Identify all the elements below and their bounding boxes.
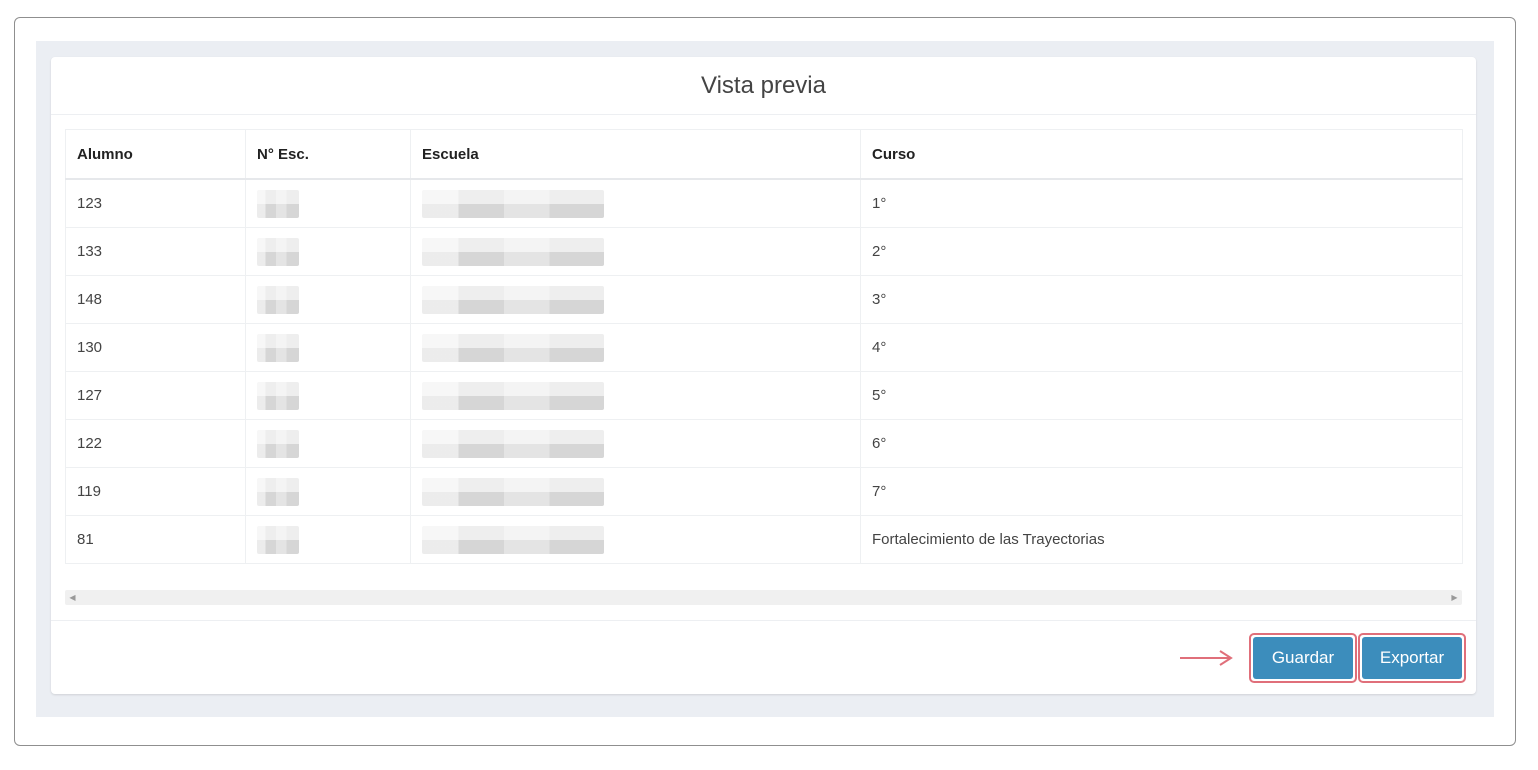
cell-curso: 1°: [860, 178, 1463, 228]
table-row: 123 1°: [65, 178, 1463, 228]
redacted-blur: [257, 189, 299, 218]
cell-escuela: [410, 419, 861, 468]
table-row: 127 5°: [65, 371, 1463, 420]
annotation-arrow-icon: [1180, 650, 1233, 666]
cell-escuela: [410, 515, 861, 564]
cell-curso: 6°: [860, 419, 1463, 468]
redacted-blur: [422, 429, 604, 458]
card-footer: Guardar Exportar: [51, 620, 1476, 695]
table-header-row: Alumno N° Esc. Escuela Curso: [65, 129, 1463, 180]
cell-nro-escuela: [245, 371, 411, 420]
redacted-blur: [422, 285, 604, 314]
cell-curso: 2°: [860, 227, 1463, 276]
redacted-blur: [257, 333, 299, 362]
save-button[interactable]: Guardar: [1253, 637, 1353, 679]
cell-escuela: [410, 178, 861, 228]
cell-nro-escuela: [245, 515, 411, 564]
export-button[interactable]: Exportar: [1362, 637, 1462, 679]
cell-nro-escuela: [245, 275, 411, 324]
cell-alumno: 122: [65, 419, 246, 468]
scroll-right-arrow-icon[interactable]: ▶: [1447, 590, 1462, 605]
table-row: 81 Fortalecimiento de las Trayectorias: [65, 515, 1463, 564]
cell-alumno: 133: [65, 227, 246, 276]
exportar-highlight-box: Exportar: [1358, 633, 1466, 683]
cell-alumno: 119: [65, 467, 246, 516]
redacted-blur: [422, 333, 604, 362]
cell-nro-escuela: [245, 419, 411, 468]
table-row: 130 4°: [65, 323, 1463, 372]
cell-nro-escuela: [245, 467, 411, 516]
card-title: Vista previa: [701, 71, 826, 99]
cell-nro-escuela: [245, 178, 411, 228]
cell-nro-escuela: [245, 227, 411, 276]
redacted-blur: [422, 381, 604, 410]
preview-card: Vista previa Alumno N° Esc. Escuela Curs…: [51, 57, 1476, 694]
cell-escuela: [410, 227, 861, 276]
cell-curso: 3°: [860, 275, 1463, 324]
redacted-blur: [257, 285, 299, 314]
guardar-highlight-box: Guardar: [1249, 633, 1357, 683]
cell-alumno: 81: [65, 515, 246, 564]
scroll-left-arrow-icon[interactable]: ◀: [65, 590, 80, 605]
column-header-nro-escuela: N° Esc.: [245, 129, 411, 180]
redacted-blur: [422, 477, 604, 506]
column-header-escuela: Escuela: [410, 129, 861, 180]
cell-curso: 5°: [860, 371, 1463, 420]
preview-table: Alumno N° Esc. Escuela Curso 123 1° 133: [65, 129, 1463, 564]
redacted-blur: [422, 525, 604, 554]
cell-alumno: 130: [65, 323, 246, 372]
table-container: Alumno N° Esc. Escuela Curso 123 1° 133: [65, 129, 1463, 564]
horizontal-scrollbar[interactable]: ◀ ▶: [65, 590, 1462, 605]
column-header-alumno: Alumno: [65, 129, 246, 180]
cell-escuela: [410, 371, 861, 420]
column-header-curso: Curso: [860, 129, 1463, 180]
table-row: 148 3°: [65, 275, 1463, 324]
redacted-blur: [257, 477, 299, 506]
redacted-blur: [257, 237, 299, 266]
cell-nro-escuela: [245, 323, 411, 372]
cell-escuela: [410, 467, 861, 516]
cell-escuela: [410, 275, 861, 324]
table-row: 133 2°: [65, 227, 1463, 276]
cell-alumno: 148: [65, 275, 246, 324]
cell-curso: 7°: [860, 467, 1463, 516]
table-row: 122 6°: [65, 419, 1463, 468]
cell-curso: 4°: [860, 323, 1463, 372]
redacted-blur: [422, 237, 604, 266]
cell-curso: Fortalecimiento de las Trayectorias: [860, 515, 1463, 564]
redacted-blur: [257, 525, 299, 554]
redacted-blur: [257, 381, 299, 410]
cell-escuela: [410, 323, 861, 372]
card-header: Vista previa: [51, 57, 1476, 115]
cell-alumno: 127: [65, 371, 246, 420]
cell-alumno: 123: [65, 178, 246, 228]
redacted-blur: [257, 429, 299, 458]
redacted-blur: [422, 189, 604, 218]
table-row: 119 7°: [65, 467, 1463, 516]
